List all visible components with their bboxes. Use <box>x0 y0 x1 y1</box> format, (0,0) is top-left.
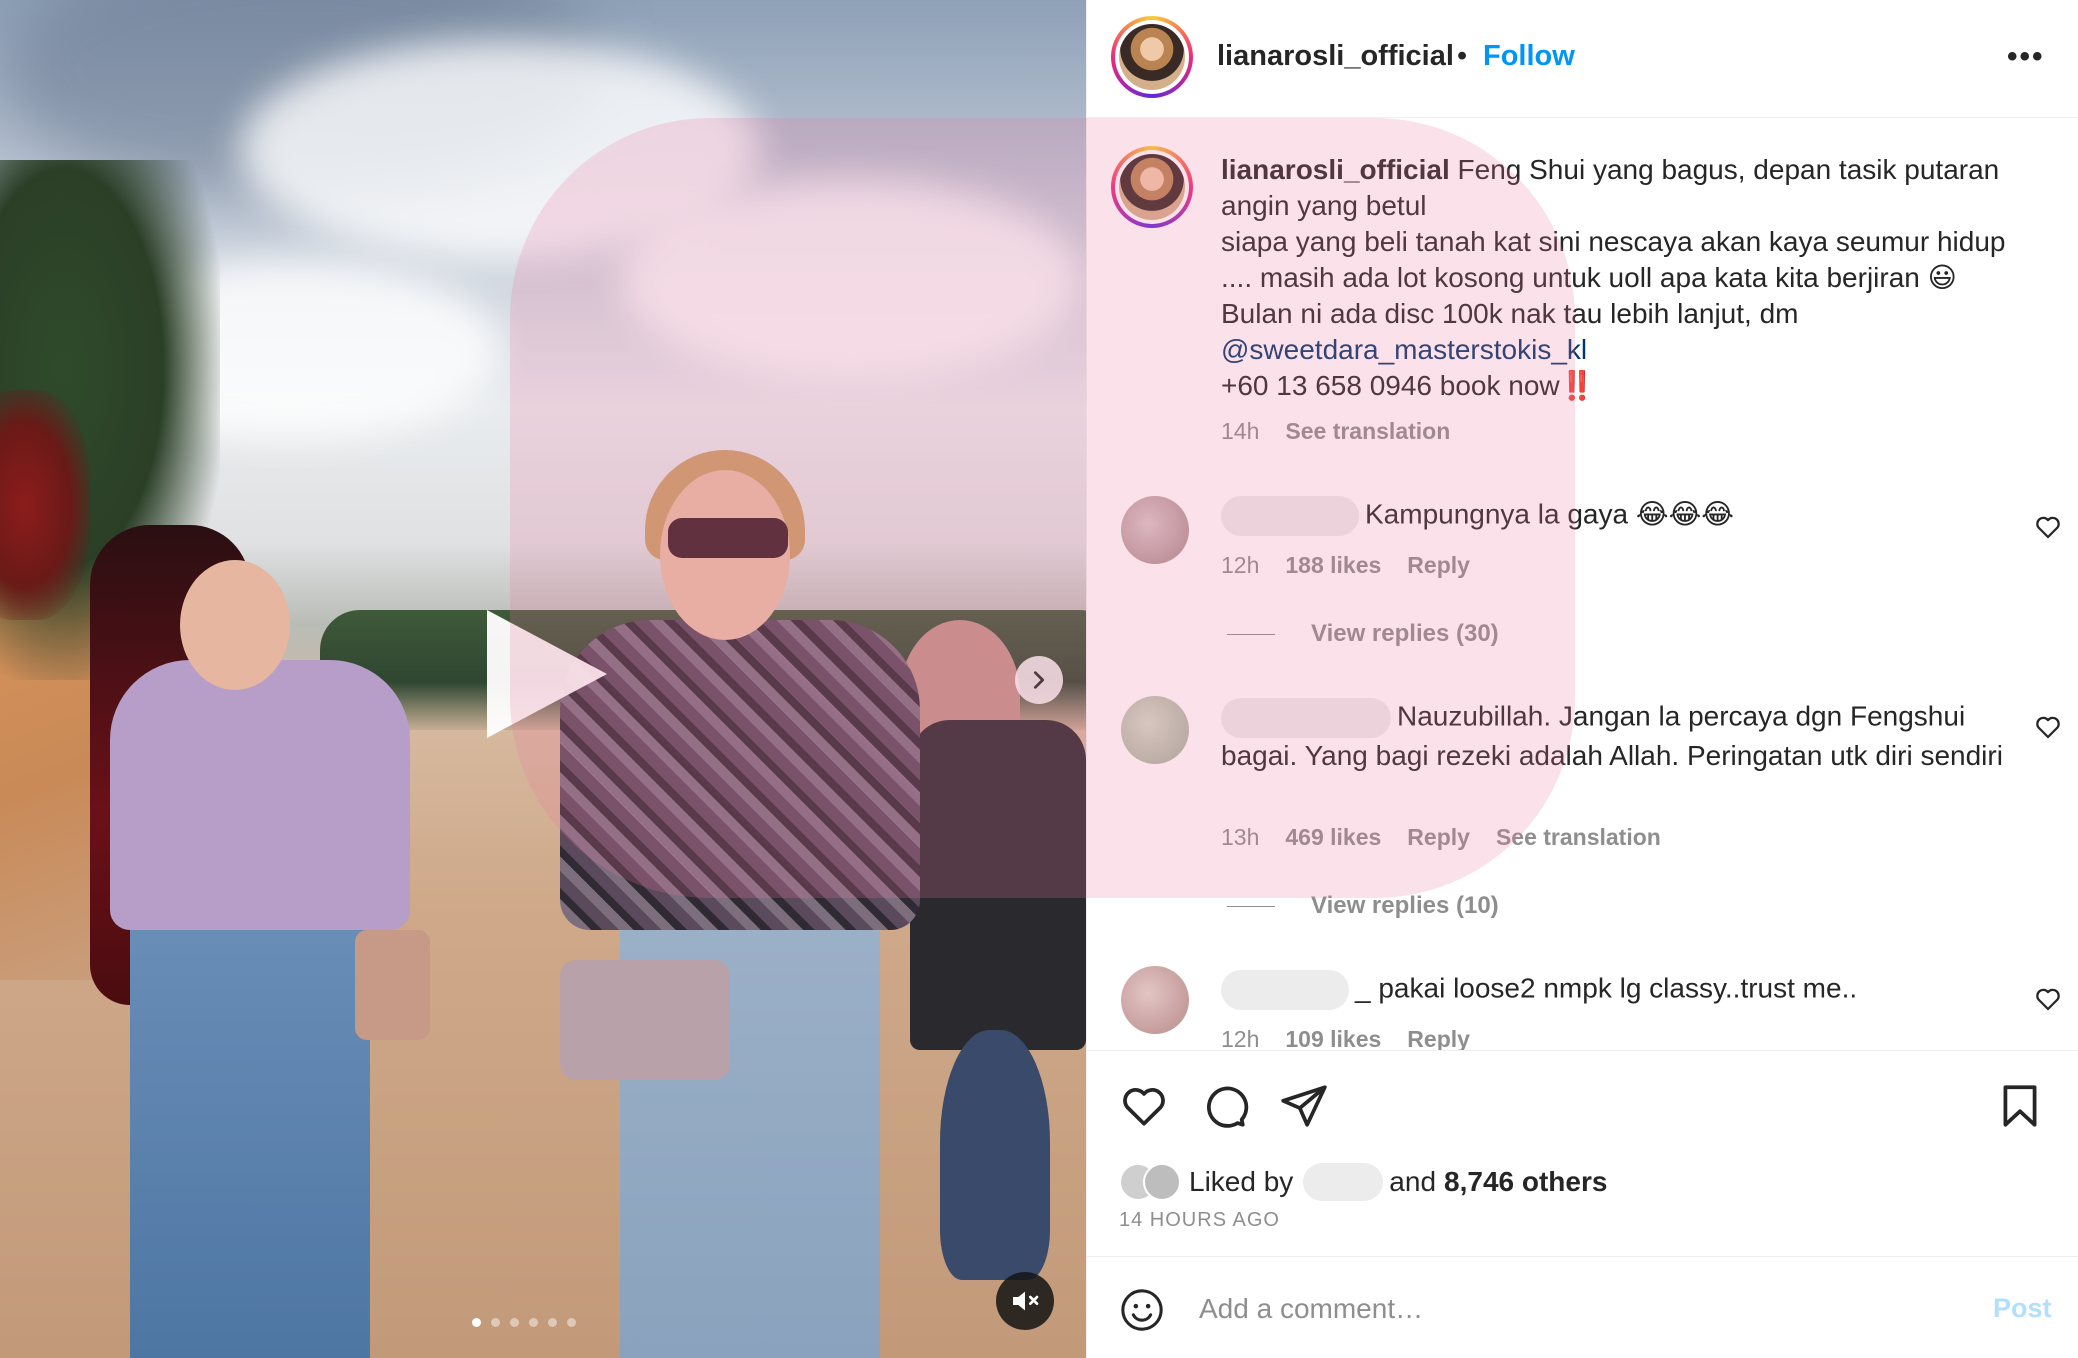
comment-time: 12h <box>1221 1026 1260 1050</box>
comment: _ pakai loose2 nmpk lg classy..trust me.… <box>1221 970 2021 1010</box>
comment: Kampungnya la gaya 😂😂😂 <box>1221 496 2021 536</box>
play-button[interactable] <box>487 610 607 738</box>
caption-line: siapa yang beli tanah kat sini nescaya a… <box>1221 226 2006 257</box>
see-translation-button[interactable]: See translation <box>1496 824 1661 851</box>
comment-likes[interactable]: 469 likes <box>1285 824 1381 851</box>
post-details-panel: lianarosli_official • Follow ••• lianaro… <box>1086 0 2078 1358</box>
caption-avatar[interactable] <box>1111 146 1193 228</box>
post-actions: Liked by and 8,746 others 14 HOURS AGO <box>1087 1050 2078 1260</box>
caption-line: .... masih ada lot kosong untuk uoll apa… <box>1221 262 1957 293</box>
comment-meta: 12h 109 likes Reply <box>1221 1026 1470 1050</box>
person-three-body <box>910 720 1086 1050</box>
post-media[interactable] <box>0 0 1086 1358</box>
author-avatar[interactable] <box>1111 16 1193 98</box>
comment-clip: _ pakai loose2 nmpk lg classy..trust me.… <box>1087 950 2078 1050</box>
comment-time: 13h <box>1221 824 1260 850</box>
add-comment-bar: Post <box>1087 1256 2078 1358</box>
carousel-dot <box>472 1318 481 1327</box>
reply-button[interactable]: Reply <box>1407 552 1470 579</box>
view-replies-label: View replies (10) <box>1311 892 1499 919</box>
reply-button[interactable]: Reply <box>1407 824 1470 851</box>
like-comment-heart-icon[interactable] <box>2033 512 2063 542</box>
sunglasses <box>668 518 788 558</box>
person-one-body <box>110 660 410 930</box>
save-bookmark-icon[interactable] <box>1995 1081 2045 1131</box>
commenter-username[interactable] <box>1221 970 1349 1010</box>
reply-button[interactable]: Reply <box>1407 1026 1470 1050</box>
commenter-avatar[interactable] <box>1121 496 1189 564</box>
commenter-username[interactable] <box>1221 698 1391 738</box>
carousel-dot <box>548 1318 557 1327</box>
avatar-image <box>1119 154 1185 220</box>
person-one-legs <box>130 900 370 1358</box>
more-options-button[interactable]: ••• <box>2007 40 2045 74</box>
author-username[interactable]: lianarosli_official <box>1217 40 1454 73</box>
person-one-face <box>180 560 290 690</box>
carousel-dot <box>529 1318 538 1327</box>
liker-username[interactable] <box>1303 1163 1384 1201</box>
comment-meta: 12h 188 likes Reply <box>1221 552 1470 579</box>
follow-button[interactable]: Follow <box>1483 40 1575 73</box>
mute-button[interactable] <box>996 1272 1054 1330</box>
carousel-dots <box>472 1318 576 1327</box>
like-comment-heart-icon[interactable] <box>2033 712 2063 742</box>
view-replies-label: View replies (30) <box>1311 620 1499 647</box>
like-comment-heart-icon[interactable] <box>2033 984 2063 1014</box>
comment-time: 12h <box>1221 552 1260 578</box>
person-three-legs <box>940 1030 1050 1280</box>
caption-username[interactable]: lianarosli_official <box>1221 154 1450 185</box>
comment-likes[interactable]: 109 likes <box>1285 1026 1381 1050</box>
liked-and-label: and <box>1389 1166 1437 1197</box>
cloud <box>620 180 1080 380</box>
emoji-smiley-icon[interactable] <box>1119 1287 1165 1333</box>
person-one-bag <box>355 930 430 1040</box>
post-comment-button[interactable]: Post <box>1993 1293 2052 1324</box>
post-caption: lianarosli_official Feng Shui yang bagus… <box>1221 152 2051 404</box>
carousel-dot <box>491 1318 500 1327</box>
caption-time: 14h <box>1221 418 1260 444</box>
carousel-dot <box>510 1318 519 1327</box>
liked-by: Liked by and 8,746 others <box>1119 1163 1607 1201</box>
commenter-avatar[interactable] <box>1121 966 1189 1034</box>
separator-dot: • <box>1457 40 1468 72</box>
comment: Nauzubillah. Jangan la percaya dgn Fengs… <box>1221 698 2021 774</box>
view-replies-button[interactable]: View replies (10) <box>1227 892 1499 920</box>
commenter-username[interactable] <box>1221 496 1359 536</box>
comment-bubble-icon[interactable] <box>1199 1081 1249 1131</box>
speaker-muted-icon <box>1013 1291 1039 1311</box>
divider-line <box>1227 633 1275 635</box>
comment-meta: 13h 469 likes Reply See translation <box>1221 824 1661 851</box>
person-two-handbag <box>560 960 730 1080</box>
post-time-ago[interactable]: 14 HOURS AGO <box>1119 1209 1280 1232</box>
avatar-image <box>1119 24 1185 90</box>
liker-avatar[interactable] <box>1143 1163 1181 1201</box>
divider-line <box>1227 905 1275 907</box>
comment-text: _ pakai loose2 nmpk lg classy..trust me.… <box>1355 972 1858 1004</box>
comment-likes[interactable]: 188 likes <box>1285 552 1381 579</box>
caption-meta: 14h See translation <box>1221 418 1450 445</box>
carousel-dot <box>567 1318 576 1327</box>
post-header: lianarosli_official • Follow ••• <box>1087 0 2078 118</box>
like-heart-icon[interactable] <box>1119 1081 1169 1131</box>
comment-text: Kampungnya la gaya 😂😂😂 <box>1365 498 1735 530</box>
likes-count-link[interactable]: 8,746 others <box>1444 1166 1607 1198</box>
commenter-avatar[interactable] <box>1121 696 1189 764</box>
liked-by-label: Liked by <box>1189 1166 1294 1197</box>
person-two-jacket <box>560 620 920 930</box>
view-replies-button[interactable]: View replies (30) <box>1227 620 1499 648</box>
caption-line: +60 13 658 0946 book now‼️ <box>1221 370 1595 401</box>
caption-mention-link[interactable]: @sweetdara_masterstokis_kl <box>1221 334 1587 365</box>
share-send-icon[interactable] <box>1279 1081 1329 1131</box>
see-translation-button[interactable]: See translation <box>1285 418 1450 445</box>
chevron-right-icon <box>1033 671 1045 689</box>
comment-input[interactable] <box>1199 1283 1899 1335</box>
next-slide-button[interactable] <box>1015 656 1063 704</box>
caption-line: Bulan ni ada disc 100k nak tau lebih lan… <box>1221 298 1799 329</box>
